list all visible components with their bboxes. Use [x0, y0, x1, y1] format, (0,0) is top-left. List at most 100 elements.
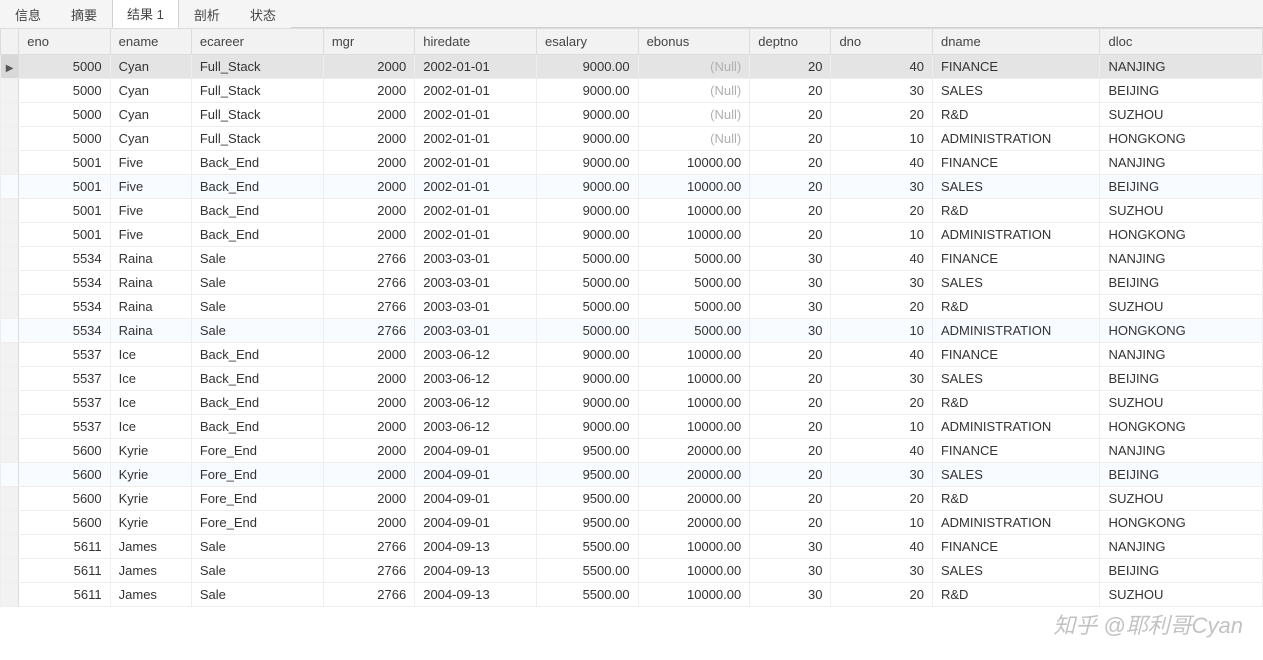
cell-deptno[interactable]: 20	[750, 391, 831, 415]
cell-ecareer[interactable]: Sale	[191, 295, 323, 319]
cell-esalary[interactable]: 5000.00	[537, 271, 639, 295]
tab-4[interactable]: 状态	[235, 0, 291, 28]
table-row[interactable]: 5001FiveBack_End20002002-01-019000.00100…	[1, 175, 1263, 199]
cell-ecareer[interactable]: Back_End	[191, 199, 323, 223]
row-gutter[interactable]	[1, 175, 19, 199]
cell-ename[interactable]: Raina	[110, 247, 191, 271]
cell-hiredate[interactable]: 2004-09-01	[415, 511, 537, 535]
table-row[interactable]: 5537IceBack_End20002003-06-129000.001000…	[1, 415, 1263, 439]
cell-ename[interactable]: Raina	[110, 271, 191, 295]
row-gutter[interactable]	[1, 487, 19, 511]
cell-esalary[interactable]: 9500.00	[537, 463, 639, 487]
cell-ebonus[interactable]: 5000.00	[638, 247, 750, 271]
cell-esalary[interactable]: 9500.00	[537, 487, 639, 511]
row-gutter[interactable]	[1, 271, 19, 295]
cell-ecareer[interactable]: Full_Stack	[191, 55, 323, 79]
cell-dloc[interactable]: SUZHOU	[1100, 487, 1263, 511]
cell-eno[interactable]: 5001	[19, 223, 110, 247]
cell-dname[interactable]: SALES	[932, 367, 1100, 391]
cell-hiredate[interactable]: 2002-01-01	[415, 223, 537, 247]
cell-mgr[interactable]: 2000	[323, 391, 414, 415]
row-gutter[interactable]	[1, 535, 19, 559]
cell-ecareer[interactable]: Sale	[191, 271, 323, 295]
table-row[interactable]: 5000CyanFull_Stack20002002-01-019000.00(…	[1, 127, 1263, 151]
cell-dname[interactable]: ADMINISTRATION	[932, 319, 1100, 343]
cell-mgr[interactable]: 2000	[323, 199, 414, 223]
cell-ebonus[interactable]: 10000.00	[638, 367, 750, 391]
table-row[interactable]: 5000CyanFull_Stack20002002-01-019000.00(…	[1, 79, 1263, 103]
cell-eno[interactable]: 5600	[19, 439, 110, 463]
row-gutter[interactable]	[1, 319, 19, 343]
cell-dno[interactable]: 10	[831, 319, 933, 343]
cell-dloc[interactable]: BEIJING	[1100, 559, 1263, 583]
cell-mgr[interactable]: 2000	[323, 367, 414, 391]
cell-ecareer[interactable]: Fore_End	[191, 511, 323, 535]
cell-ecareer[interactable]: Fore_End	[191, 463, 323, 487]
cell-dname[interactable]: ADMINISTRATION	[932, 223, 1100, 247]
cell-mgr[interactable]: 2766	[323, 583, 414, 607]
column-header-ebonus[interactable]: ebonus	[638, 29, 750, 55]
cell-deptno[interactable]: 20	[750, 223, 831, 247]
cell-esalary[interactable]: 9500.00	[537, 511, 639, 535]
cell-ebonus[interactable]: 10000.00	[638, 223, 750, 247]
cell-esalary[interactable]: 9000.00	[537, 55, 639, 79]
cell-deptno[interactable]: 30	[750, 583, 831, 607]
cell-hiredate[interactable]: 2003-03-01	[415, 295, 537, 319]
table-row[interactable]: 5001FiveBack_End20002002-01-019000.00100…	[1, 223, 1263, 247]
cell-hiredate[interactable]: 2002-01-01	[415, 199, 537, 223]
cell-ename[interactable]: Five	[110, 223, 191, 247]
cell-ename[interactable]: Raina	[110, 295, 191, 319]
cell-esalary[interactable]: 5000.00	[537, 295, 639, 319]
cell-ecareer[interactable]: Back_End	[191, 223, 323, 247]
table-row[interactable]: 5600KyrieFore_End20002004-09-019500.0020…	[1, 511, 1263, 535]
cell-mgr[interactable]: 2000	[323, 439, 414, 463]
cell-mgr[interactable]: 2000	[323, 103, 414, 127]
cell-ename[interactable]: James	[110, 559, 191, 583]
cell-dname[interactable]: FINANCE	[932, 151, 1100, 175]
cell-mgr[interactable]: 2000	[323, 79, 414, 103]
cell-hiredate[interactable]: 2004-09-13	[415, 583, 537, 607]
cell-ebonus[interactable]: 10000.00	[638, 391, 750, 415]
row-gutter[interactable]	[1, 103, 19, 127]
cell-esalary[interactable]: 9000.00	[537, 223, 639, 247]
cell-dloc[interactable]: HONGKONG	[1100, 319, 1263, 343]
cell-deptno[interactable]: 20	[750, 367, 831, 391]
cell-dno[interactable]: 10	[831, 415, 933, 439]
cell-deptno[interactable]: 20	[750, 79, 831, 103]
cell-deptno[interactable]: 20	[750, 55, 831, 79]
table-row[interactable]: 5611JamesSale27662004-09-135500.0010000.…	[1, 535, 1263, 559]
cell-dno[interactable]: 40	[831, 343, 933, 367]
cell-ecareer[interactable]: Fore_End	[191, 487, 323, 511]
row-gutter[interactable]	[1, 223, 19, 247]
cell-mgr[interactable]: 2766	[323, 247, 414, 271]
cell-eno[interactable]: 5001	[19, 151, 110, 175]
cell-esalary[interactable]: 9000.00	[537, 103, 639, 127]
row-gutter[interactable]	[1, 127, 19, 151]
cell-eno[interactable]: 5537	[19, 367, 110, 391]
cell-mgr[interactable]: 2000	[323, 175, 414, 199]
cell-dno[interactable]: 20	[831, 583, 933, 607]
row-gutter[interactable]	[1, 343, 19, 367]
cell-esalary[interactable]: 5000.00	[537, 247, 639, 271]
cell-hiredate[interactable]: 2002-01-01	[415, 79, 537, 103]
cell-eno[interactable]: 5611	[19, 583, 110, 607]
cell-dloc[interactable]: NANJING	[1100, 55, 1263, 79]
cell-ebonus[interactable]: (Null)	[638, 55, 750, 79]
cell-dname[interactable]: R&D	[932, 583, 1100, 607]
cell-ecareer[interactable]: Sale	[191, 583, 323, 607]
cell-deptno[interactable]: 30	[750, 559, 831, 583]
cell-eno[interactable]: 5000	[19, 55, 110, 79]
cell-ename[interactable]: Kyrie	[110, 463, 191, 487]
cell-dname[interactable]: R&D	[932, 295, 1100, 319]
column-header-ecareer[interactable]: ecareer	[191, 29, 323, 55]
cell-eno[interactable]: 5537	[19, 343, 110, 367]
cell-eno[interactable]: 5000	[19, 127, 110, 151]
cell-dname[interactable]: FINANCE	[932, 535, 1100, 559]
row-gutter[interactable]	[1, 391, 19, 415]
cell-dno[interactable]: 10	[831, 223, 933, 247]
cell-dno[interactable]: 40	[831, 247, 933, 271]
cell-esalary[interactable]: 9000.00	[537, 175, 639, 199]
cell-ecareer[interactable]: Full_Stack	[191, 127, 323, 151]
cell-dno[interactable]: 30	[831, 79, 933, 103]
cell-dloc[interactable]: HONGKONG	[1100, 415, 1263, 439]
